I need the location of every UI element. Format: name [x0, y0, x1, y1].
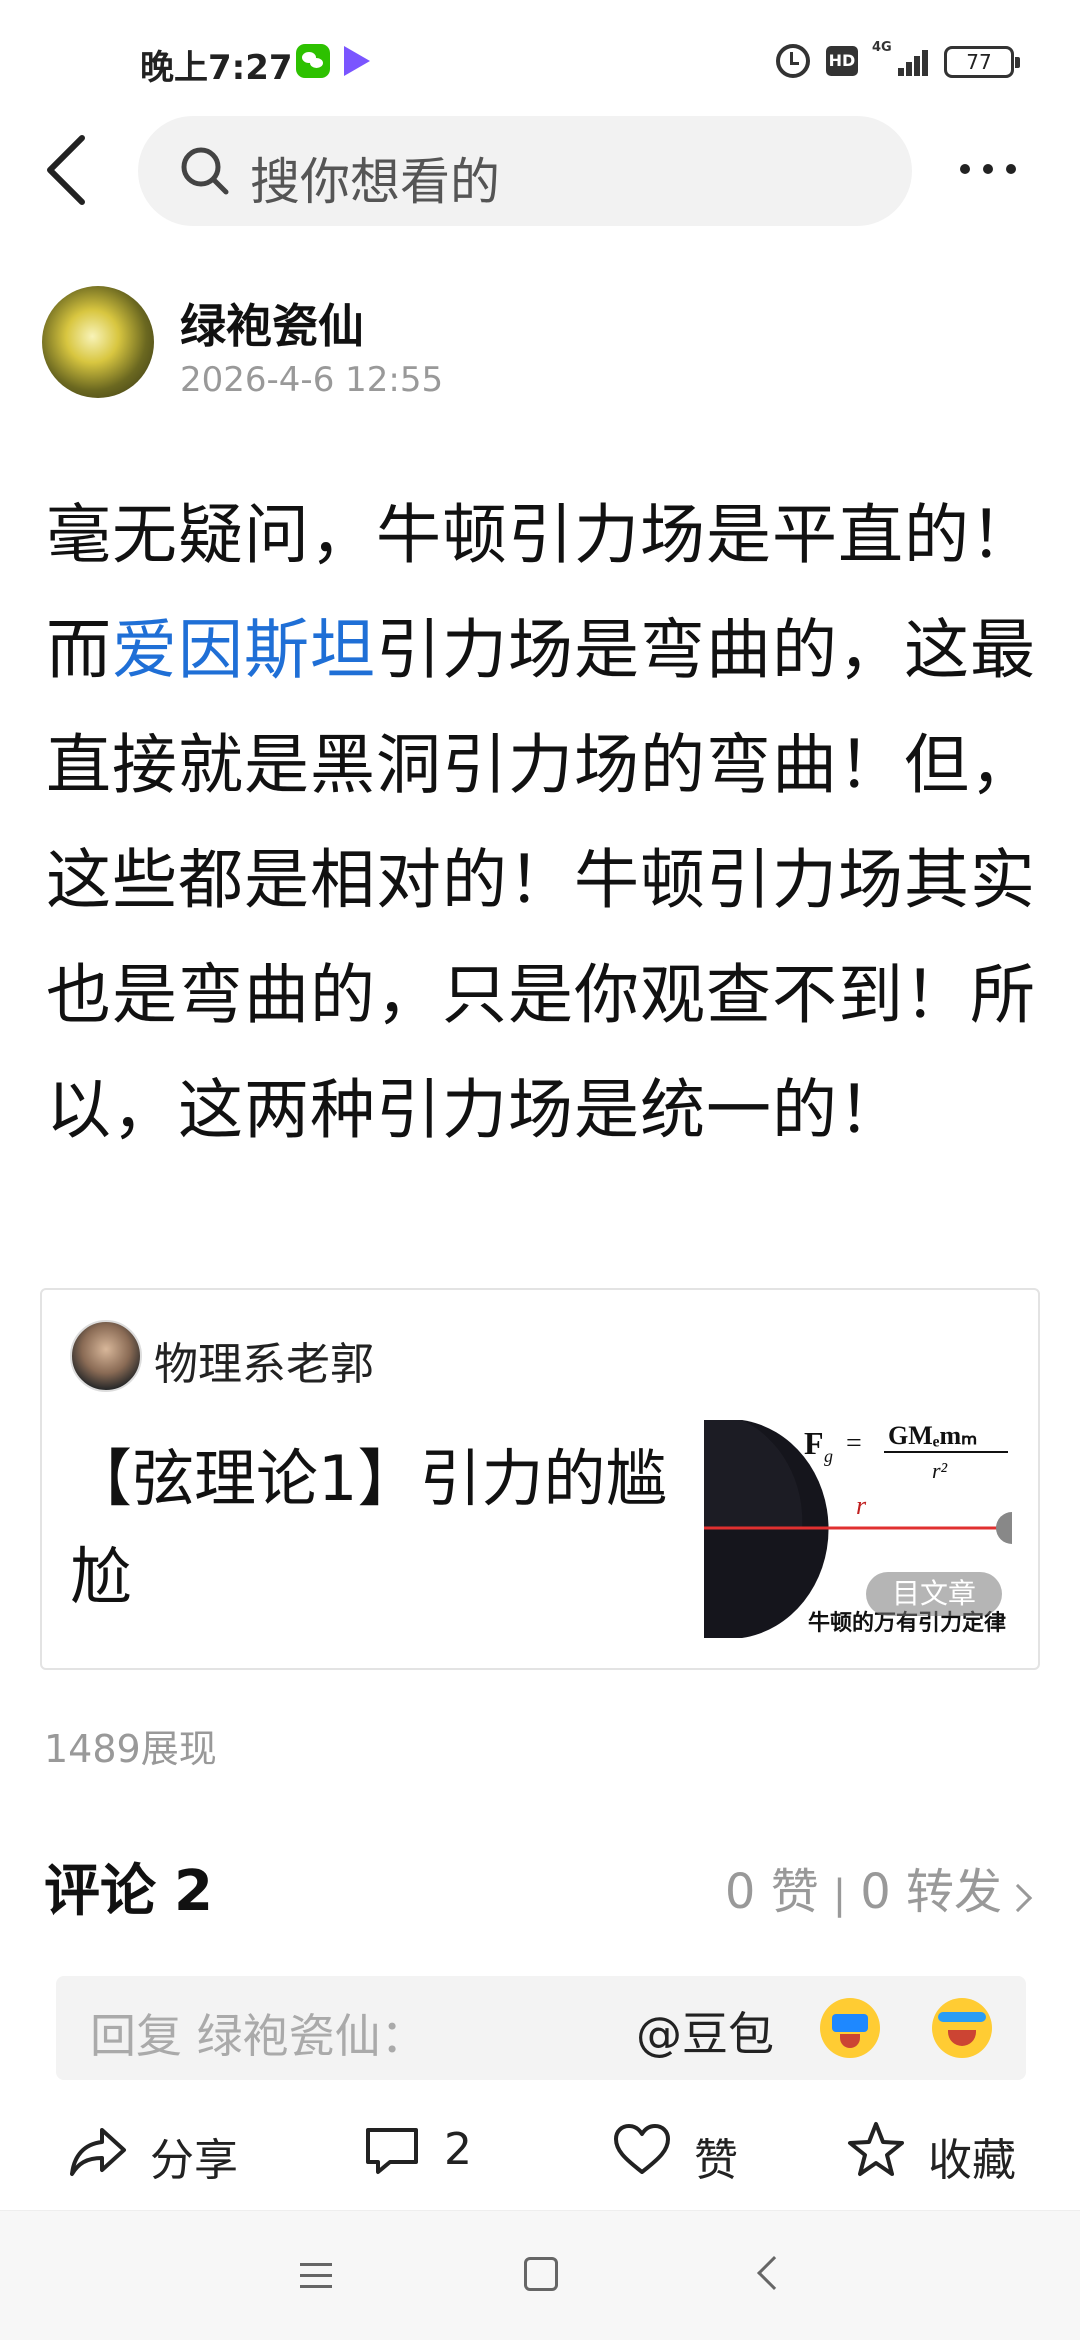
chevron-right-icon — [1003, 1883, 1033, 1913]
avatar[interactable] — [42, 286, 154, 398]
collect-button[interactable]: 收藏 — [844, 2112, 1044, 2186]
post-text-after-link: 引力场是弯曲的，这最直接就是黑洞引力场的弯曲！但，这些都是相对的！牛顿引力场其实… — [46, 613, 1037, 1148]
emoji-laughing-icon[interactable] — [932, 1998, 992, 2058]
alarm-icon — [776, 44, 810, 78]
share-label: 分享 — [150, 2135, 238, 2186]
share-icon — [70, 2128, 126, 2176]
mention-doubao-button[interactable]: @豆包 — [636, 1998, 774, 2064]
r-label: r — [856, 1491, 867, 1520]
comment-button[interactable]: 2 — [360, 2112, 520, 2186]
reposts-count: 0 转发 — [860, 1864, 1002, 1920]
stats-separator: | — [832, 1872, 847, 1918]
like-label: 赞 — [694, 2135, 738, 2186]
reply-placeholder: 回复 绿袍瓷仙： — [90, 2009, 427, 2063]
post-body: 毫无疑问，牛顿引力场是平直的！而爱因斯坦引力场是弯曲的，这最直接就是黑洞引力场的… — [46, 478, 1046, 1168]
share-button[interactable]: 分享 — [66, 2112, 266, 2186]
play-icon — [344, 46, 370, 76]
emoji-crying-icon[interactable] — [820, 1998, 880, 2058]
back-arrow-icon — [47, 135, 85, 205]
signal-icon: 4G — [872, 40, 932, 80]
search-placeholder: 搜你想看的 — [250, 153, 500, 211]
comment-count: 2 — [444, 2124, 472, 2175]
card-thumbnail: F g = GMₑmₘ r² r 牛顿的万有引力定律 目文章 — [704, 1420, 1012, 1638]
home-icon[interactable] — [524, 2257, 558, 2291]
collect-label: 收藏 — [928, 2135, 1016, 2186]
system-nav-bar — [0, 2210, 1080, 2340]
back-button[interactable] — [40, 130, 100, 210]
hashtag-link[interactable]: 爱因斯坦 — [112, 613, 376, 688]
likes-count: 0 赞 — [724, 1864, 819, 1920]
post-stats[interactable]: 0 赞 | 0 转发 — [724, 1852, 1033, 1922]
formula-numerator: GMₑmₘ — [888, 1421, 977, 1450]
search-icon — [181, 147, 229, 195]
formula-lhs: F — [804, 1425, 824, 1461]
wechat-icon — [296, 44, 330, 78]
nav-back-icon[interactable] — [757, 2256, 791, 2290]
formula-denominator: r² — [932, 1458, 948, 1483]
comment-icon — [366, 2128, 418, 2174]
comments-title: 评论 2 — [44, 1846, 213, 1927]
status-bar: 晚上7:27 HD 4G 77 — [0, 0, 1080, 120]
like-button[interactable]: 赞 — [610, 2112, 790, 2186]
more-dots-icon — [960, 164, 970, 174]
card-author-name: 物理系老郭 — [154, 1339, 374, 1390]
search-input[interactable]: 搜你想看的 — [138, 116, 912, 226]
status-time: 晚上7:27 — [140, 48, 293, 88]
more-options-button[interactable] — [960, 150, 1030, 190]
comments-label: 评论 — [44, 1859, 156, 1924]
network-type-label: 4G — [872, 40, 892, 55]
card-title: 【弦理论1】引力的尴尬 — [70, 1442, 668, 1613]
star-icon — [848, 2122, 904, 2176]
formula-sub: g — [824, 1446, 833, 1466]
article-badge: 目文章 — [866, 1572, 1002, 1616]
author-name[interactable]: 绿袍瓷仙 — [180, 290, 364, 356]
heart-icon — [614, 2124, 670, 2174]
menu-icon[interactable] — [300, 2263, 332, 2291]
reply-input[interactable]: 回复 绿袍瓷仙： @豆包 — [56, 1976, 1026, 2080]
svg-text:=: = — [846, 1428, 862, 1459]
hd-icon: HD — [826, 46, 858, 76]
comments-count: 2 — [174, 1859, 213, 1924]
post-time: 2026-4-6 12:55 — [180, 360, 444, 400]
battery-icon: 77 — [944, 46, 1020, 78]
shared-article-card[interactable]: 物理系老郭 【弦理论1】引力的尴尬 F g = GMₑmₘ r² r 牛顿的万有… — [40, 1288, 1040, 1670]
view-count: 1489展现 — [44, 1727, 217, 1771]
card-author-avatar — [70, 1320, 142, 1392]
